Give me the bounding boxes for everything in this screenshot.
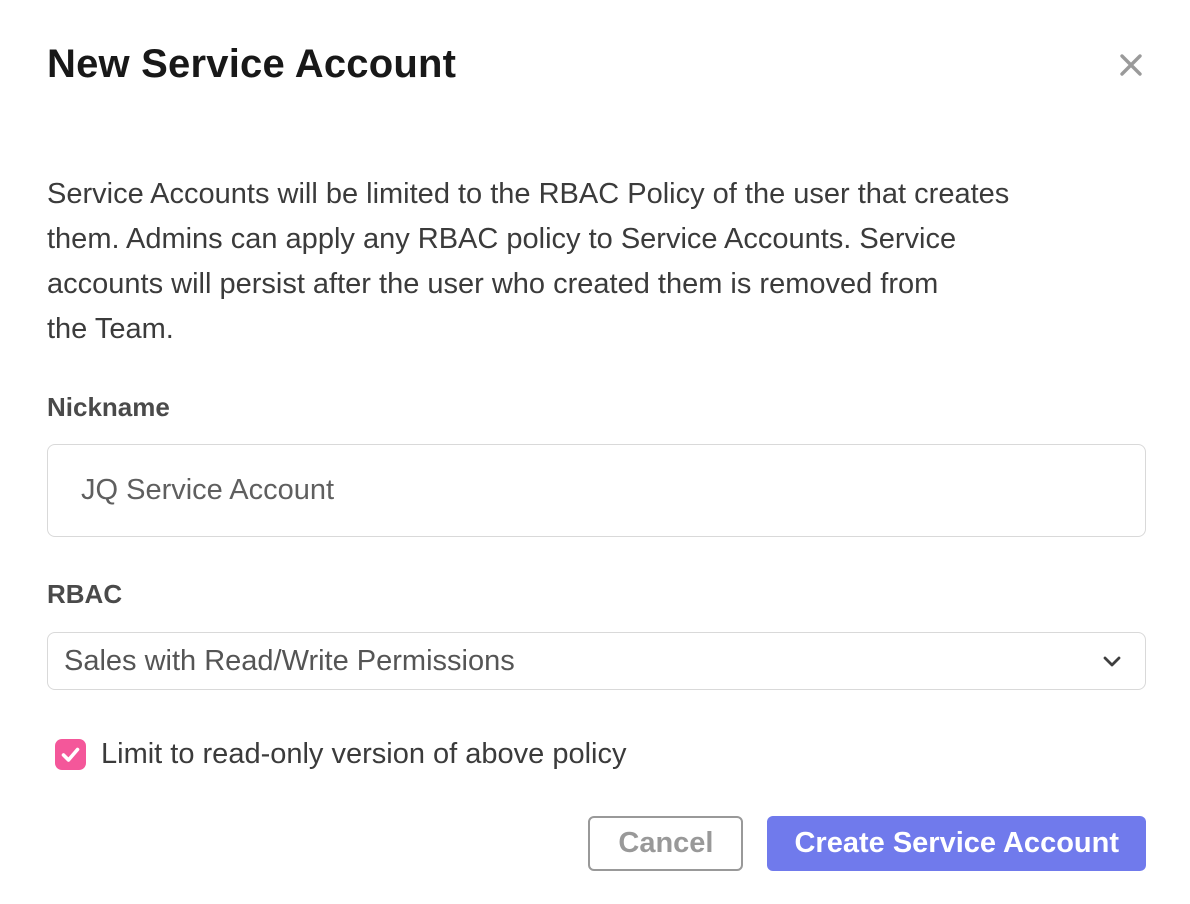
dialog-description: Service Accounts will be limited to the … (47, 172, 1146, 352)
nickname-input[interactable] (47, 444, 1146, 537)
cancel-button[interactable]: Cancel (588, 816, 743, 871)
close-icon (1115, 49, 1147, 81)
rbac-select[interactable]: Sales with Read/Write Permissions (47, 632, 1146, 690)
new-service-account-dialog: New Service Account Service Accounts wil… (0, 0, 1190, 904)
readonly-checkbox[interactable] (55, 739, 86, 770)
chevron-down-icon (1099, 648, 1125, 674)
close-button[interactable] (1112, 46, 1150, 84)
checkmark-icon (59, 743, 82, 766)
page-title: New Service Account (47, 40, 1146, 88)
readonly-checkbox-label[interactable]: Limit to read-only version of above poli… (101, 738, 626, 771)
readonly-limit-row: Limit to read-only version of above poli… (47, 738, 1146, 771)
create-service-account-button[interactable]: Create Service Account (767, 816, 1146, 871)
dialog-actions: Cancel Create Service Account (47, 816, 1146, 871)
rbac-selected-value: Sales with Read/Write Permissions (64, 645, 515, 678)
nickname-label: Nickname (47, 392, 1146, 423)
rbac-label: RBAC (47, 579, 1146, 610)
